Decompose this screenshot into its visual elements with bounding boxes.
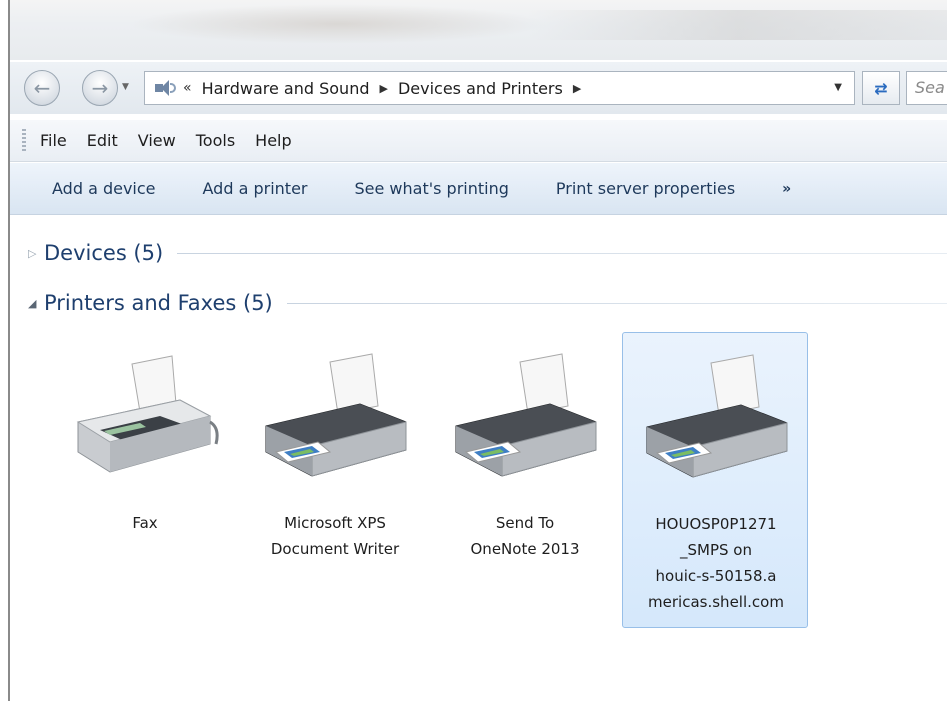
menu-tools[interactable]: Tools <box>196 131 235 150</box>
recent-pages-dropdown[interactable]: ▼ <box>122 82 129 92</box>
menu-file[interactable]: File <box>40 131 67 150</box>
overflow-chevron[interactable]: « <box>183 80 192 96</box>
collapse-arrow-icon[interactable]: ◢ <box>28 297 44 310</box>
address-history-dropdown[interactable]: ▼ <box>834 82 842 93</box>
device-name-houosp0p1271: HOUOSP0P1271 _SMPS on houic-s-50158.a me… <box>648 515 784 611</box>
breadcrumb-devices-and-printers[interactable]: Devices and Printers <box>398 79 563 98</box>
refresh-button[interactable]: ⇄ <box>862 71 900 105</box>
printer-icon <box>646 354 788 478</box>
navigation-bar: ← → ▼ « Hardware and Sound ▶ Devices and… <box>10 62 947 114</box>
printer-icon <box>455 353 597 477</box>
forward-button[interactable]: → <box>82 70 118 106</box>
printer-icon <box>265 353 407 477</box>
see-whats-printing-button[interactable]: See what's printing <box>354 179 508 198</box>
more-commands-button[interactable]: » <box>782 181 791 197</box>
menu-bar: File Edit View Tools Help <box>10 120 947 162</box>
devices-content-pane: ▷ Devices (5) ◢ Printers and Faxes (5) F… <box>10 216 947 701</box>
menu-help[interactable]: Help <box>255 131 291 150</box>
device-name-send-to-onenote: Send To OneNote 2013 <box>470 514 580 558</box>
search-input[interactable]: Sea <box>906 71 947 105</box>
arrow-left-icon: ← <box>33 76 51 100</box>
device-tile-microsoft-xps[interactable]: Microsoft XPS Document Writer <box>242 332 428 628</box>
add-printer-button[interactable]: Add a printer <box>203 179 308 198</box>
print-server-properties-button[interactable]: Print server properties <box>556 179 735 198</box>
command-bar: Add a device Add a printer See what's pr… <box>10 163 947 215</box>
blurred-toolbar <box>528 10 947 40</box>
breadcrumb-arrow-icon[interactable]: ▶ <box>573 82 581 95</box>
group-header-printers[interactable]: ◢ Printers and Faxes (5) <box>10 286 947 320</box>
hardware-and-sound-icon <box>155 80 177 96</box>
back-button[interactable]: ← <box>24 70 60 106</box>
group-divider <box>286 302 947 304</box>
group-header-devices[interactable]: ▷ Devices (5) <box>10 236 947 270</box>
group-label-printers: Printers and Faxes (5) <box>44 291 273 315</box>
device-tile-fax[interactable]: Fax <box>52 332 238 628</box>
menu-edit[interactable]: Edit <box>87 131 118 150</box>
device-name-microsoft-xps: Microsoft XPS Document Writer <box>270 514 400 558</box>
arrow-right-icon: → <box>91 76 109 100</box>
menu-view[interactable]: View <box>138 131 176 150</box>
menu-grip <box>22 128 26 153</box>
add-device-button[interactable]: Add a device <box>52 179 156 198</box>
blurred-toolbar <box>128 4 548 44</box>
search-placeholder: Sea <box>915 78 945 97</box>
address-bar[interactable]: « Hardware and Sound ▶ Devices and Print… <box>144 71 855 105</box>
explorer-window: ← → ▼ « Hardware and Sound ▶ Devices and… <box>0 0 947 701</box>
breadcrumb-arrow-icon[interactable]: ▶ <box>379 82 387 95</box>
device-tile-houosp0p1271[interactable]: HOUOSP0P1271 _SMPS on houic-s-50158.a me… <box>622 332 808 628</box>
title-bar <box>8 0 947 60</box>
refresh-icon: ⇄ <box>874 78 888 98</box>
group-label-devices: Devices (5) <box>44 241 164 265</box>
group-divider <box>177 252 947 254</box>
device-tile-send-to-onenote[interactable]: Send To OneNote 2013 <box>432 332 618 628</box>
fax-icon <box>76 355 219 473</box>
device-name-fax: Fax <box>132 514 158 532</box>
expand-arrow-icon[interactable]: ▷ <box>28 247 44 260</box>
breadcrumb-hardware-and-sound[interactable]: Hardware and Sound <box>202 79 370 98</box>
